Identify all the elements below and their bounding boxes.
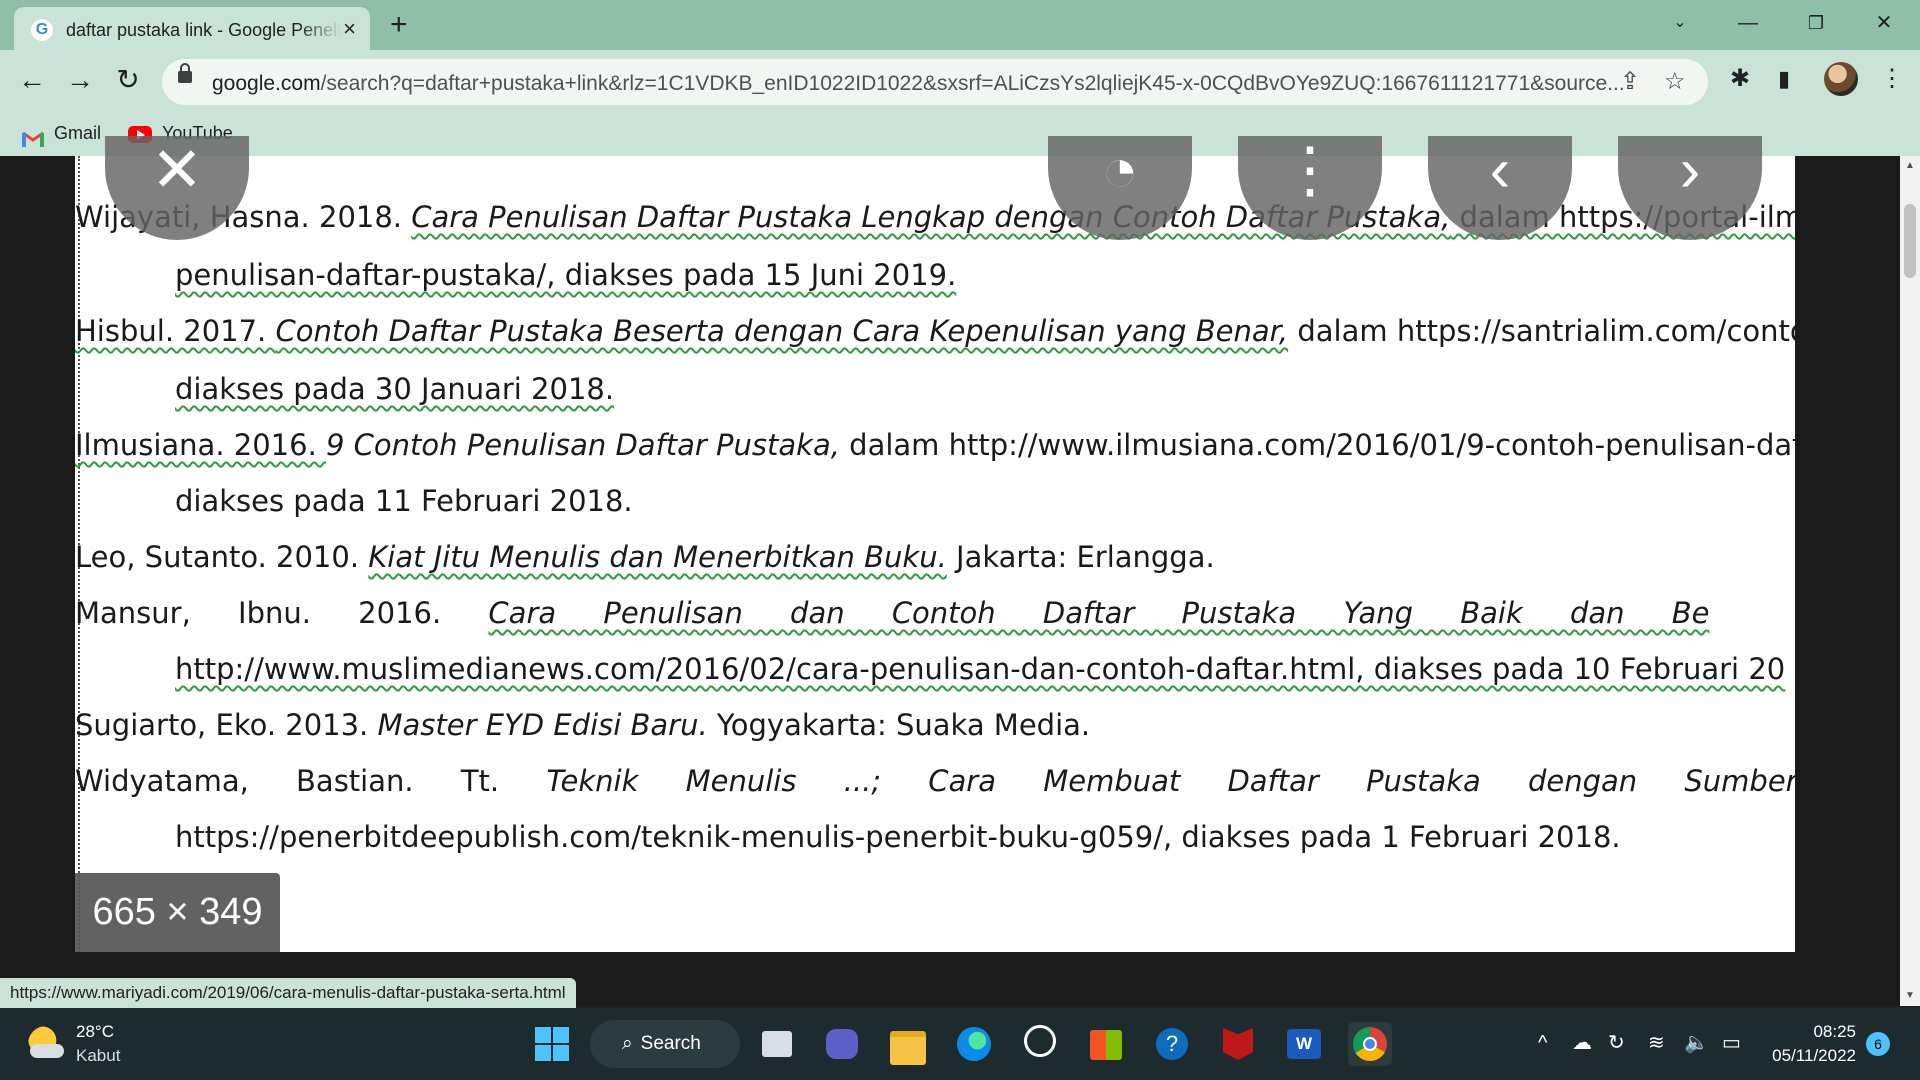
taskbar-clock[interactable]: 08:25 05/11/2022 [1760,1020,1856,1068]
bookmark-star-icon[interactable]: ☆ [1664,69,1686,95]
reference-line: penulisan-daftar-pustaka/, diakses pada … [175,258,957,292]
weather-icon[interactable] [28,1026,64,1062]
url-domain: google.com [212,72,321,95]
windows-taskbar: 28°C Kabut ⌕ Search ? W ^ ☁ ↻ ≋ 🔈 ▭ 08:25… [0,1008,1920,1080]
reference-line: Mansur, Ibnu. 2016. Cara Penulisan dan C… [75,596,1710,630]
wifi-icon[interactable]: ≋ [1648,1030,1665,1056]
bookmark-gmail[interactable]: Gmail [22,118,101,148]
microsoft-store-icon[interactable] [1084,1022,1128,1066]
reference-line: Widyatama, Bastian. Tt. Teknik Menulis .… [75,764,1795,798]
file-explorer-icon[interactable] [886,1022,930,1066]
chrome-menu-icon[interactable]: ⋮ [1880,64,1904,94]
lock-icon[interactable] [178,63,192,83]
side-panel-icon[interactable]: ▮ [1778,64,1790,94]
clock-time: 08:25 [1813,1022,1856,1041]
reload-button[interactable]: ↻ [108,60,148,100]
bookmark-label: Gmail [54,123,102,143]
forward-button[interactable]: → [60,60,100,100]
reference-line: Hisbul. 2017. Contoh Daftar Pustaka Bese… [75,314,1795,348]
minimize-button[interactable]: — [1720,6,1776,40]
share-icon[interactable]: ⇪ [1620,69,1640,95]
reference-line: https://penerbitdeepublish.com/teknik-me… [175,820,1621,854]
back-button[interactable]: ← [12,60,52,100]
scroll-up-icon[interactable]: ▲ [1905,160,1915,171]
teams-chat-icon[interactable] [820,1022,864,1066]
notification-count-badge[interactable]: 6 [1866,1032,1890,1056]
onedrive-cloud-icon[interactable]: ☁ [1572,1030,1592,1056]
chatgpt-app-icon[interactable] [1018,1022,1062,1066]
show-hidden-icons-chevron-icon[interactable]: ^ [1538,1030,1547,1056]
reference-line: diakses pada 30 Januari 2018. [175,372,615,406]
taskbar-search[interactable]: ⌕ Search [590,1020,740,1068]
mcafee-icon[interactable] [1216,1022,1260,1066]
restore-button[interactable]: ❐ [1788,6,1844,40]
weather-temperature[interactable]: 28°C [76,1022,114,1042]
battery-icon[interactable]: ▭ [1722,1030,1741,1056]
gmail-icon [22,126,44,148]
reference-line: http://www.muslimedianews.com/2016/02/ca… [175,652,1786,686]
url-text[interactable]: google.com/search?q=daftar+pustaka+link&… [212,72,1652,96]
browser-tab[interactable]: G daftar pustaka link - Google Penelusur… [14,7,370,50]
windows-start-icon[interactable] [530,1022,574,1066]
google-favicon-icon: G [31,19,53,41]
address-bar[interactable]: google.com/search?q=daftar+pustaka+link&… [162,59,1708,105]
reference-line: Leo, Sutanto. 2010. Kiat Jitu Menulis da… [75,540,1215,574]
scrollbar-thumb[interactable] [1904,204,1916,278]
image-size-badge: 665 × 349 [75,873,280,952]
search-icon: ⌕ [622,1033,633,1054]
image-viewer: Wijayati, Hasna. 2018. Cara Penulisan Da… [0,136,1900,1006]
scroll-down-icon[interactable]: ▼ [1905,990,1915,1001]
chevron-down-icon[interactable]: ⌄ [1652,6,1708,40]
chrome-taskbar-icon[interactable] [1348,1022,1392,1066]
extensions-icon[interactable]: ✱ [1730,64,1750,94]
volume-icon[interactable]: 🔈 [1684,1030,1709,1056]
window-close-button[interactable]: ✕ [1856,6,1912,40]
status-bar-url: https://www.mariyadi.com/2019/06/cara-me… [0,978,576,1008]
tab-strip: G daftar pustaka link - Google Penelusur… [0,0,1920,50]
sync-icon[interactable]: ↻ [1608,1030,1625,1056]
profile-avatar[interactable] [1824,62,1858,96]
search-label: Search [640,1033,701,1054]
preview-image[interactable]: Wijayati, Hasna. 2018. Cara Penulisan Da… [75,156,1795,952]
edge-icon[interactable] [952,1022,996,1066]
new-tab-button[interactable]: + [390,8,408,42]
reference-line: diakses pada 11 Februari 2018. [175,484,633,518]
reference-line: Ilmusiana. 2016. 9 Contoh Penulisan Daft… [75,428,1795,462]
url-path: /search?q=daftar+pustaka+link&rlz=1C1VDK… [320,72,1625,95]
tab-close-icon[interactable]: × [343,16,356,42]
clock-date: 05/11/2022 [1772,1046,1856,1065]
word-icon[interactable]: W [1282,1022,1326,1066]
weather-condition[interactable]: Kabut [76,1046,120,1066]
reference-line: Sugiarto, Eko. 2013. Master EYD Edisi Ba… [75,708,1091,742]
tab-title: daftar pustaka link - Google Penelusuran [66,20,341,40]
get-help-icon[interactable]: ? [1150,1022,1194,1066]
page-scrollbar[interactable]: ▲ ▼ [1900,156,1920,1006]
task-view-icon[interactable] [755,1022,799,1066]
